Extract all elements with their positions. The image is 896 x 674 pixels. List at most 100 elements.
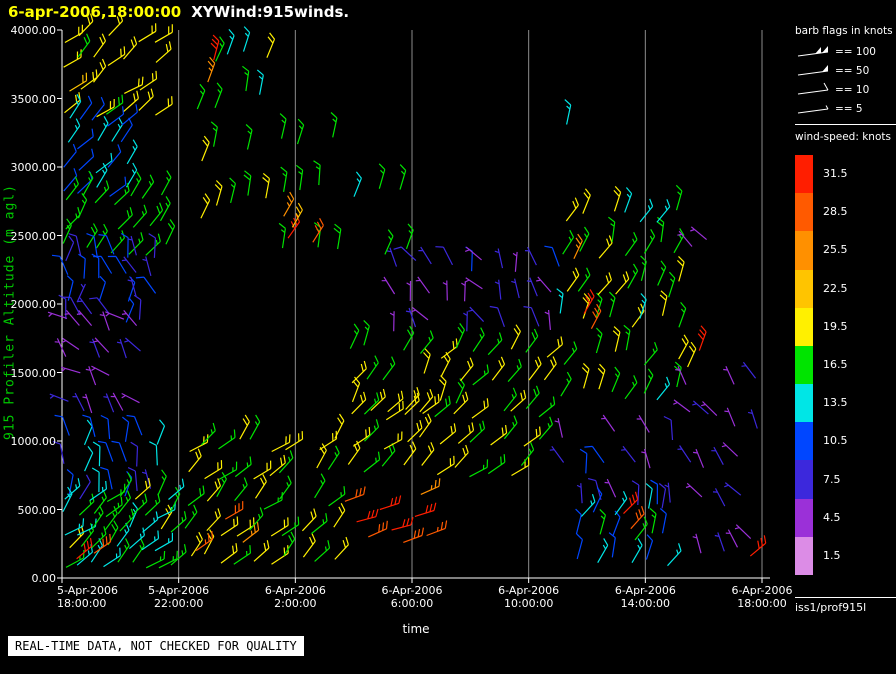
wind-barb (158, 470, 166, 495)
wind-barb (574, 234, 582, 259)
wind-barb (701, 402, 717, 416)
y-tick-label: 2000.00 (0, 298, 56, 311)
wind-barb (64, 144, 77, 167)
wind-barb (292, 203, 302, 227)
wind-barb (679, 335, 689, 359)
wind-barb (690, 227, 706, 240)
wind-barb (539, 397, 555, 417)
wind-barb (596, 328, 602, 353)
barb-legend-row: == 5 (795, 101, 863, 117)
wind-barb (92, 254, 99, 278)
wind-barb (77, 129, 93, 149)
wind-barb (85, 446, 93, 471)
wind-barb (427, 521, 447, 536)
wind-barb (420, 389, 433, 412)
wind-barb (608, 217, 614, 242)
wind-barb (564, 342, 577, 365)
x-tick-label: 6-Apr-200610:00:00 (498, 584, 559, 610)
wind-barb (280, 476, 292, 499)
wind-barb (225, 501, 242, 519)
wind-barb (133, 205, 146, 228)
wind-barb (368, 521, 387, 537)
wind-barb (320, 431, 337, 450)
wind-barb (124, 77, 143, 94)
wind-barb (110, 177, 126, 197)
wind-barb (609, 292, 615, 317)
wind-barb (127, 416, 142, 436)
wind-barb (52, 255, 68, 274)
wind-barb (524, 427, 540, 447)
wind-barb (624, 325, 630, 350)
wind-barb (580, 449, 587, 473)
wind-barb (660, 509, 666, 534)
wind-barb (79, 254, 86, 278)
wind-barb (711, 447, 723, 465)
wind-barb (93, 442, 100, 466)
wind-barb (131, 442, 138, 466)
colorbar-label: 22.5 (823, 282, 848, 295)
wind-barb (202, 136, 209, 161)
wind-barb (328, 446, 339, 470)
wind-barb (473, 328, 484, 352)
wind-barb (215, 181, 222, 206)
colorbar-label: 10.5 (823, 434, 848, 447)
wind-barb (334, 503, 345, 527)
wind-barb (392, 517, 413, 530)
wind-barb (69, 234, 81, 256)
wind-barb (313, 218, 324, 242)
wind-barb (122, 417, 128, 442)
wind-barb (334, 224, 341, 249)
wind-barb (155, 96, 172, 115)
wind-barb (526, 329, 538, 352)
wind-barb (235, 457, 251, 477)
wind-barb (400, 165, 406, 190)
wind-barb (264, 492, 282, 509)
wind-barb (284, 192, 294, 216)
wind-barb (122, 104, 137, 125)
wind-barb (352, 361, 366, 383)
wind-barb (472, 398, 488, 418)
wind-barb (545, 310, 551, 330)
wind-barb (723, 366, 734, 384)
wind-barb (244, 171, 251, 196)
wind-barb (524, 307, 539, 327)
wind-barb (650, 508, 656, 533)
wind-barb (94, 34, 106, 58)
wind-barb (598, 538, 608, 562)
wind-barb (246, 125, 252, 150)
wind-barb (583, 189, 591, 214)
wind-barb (303, 534, 315, 557)
wind-barb (364, 452, 380, 472)
x-tick-label: 6-Apr-20062:00:00 (265, 584, 326, 610)
wind-barb (625, 188, 632, 213)
wind-barb (609, 533, 615, 558)
wind-barb (612, 367, 620, 392)
wind-barb (488, 333, 502, 355)
wind-barb (244, 27, 250, 52)
wind-barb (521, 442, 533, 465)
barb-legend-label: == 100 (835, 46, 876, 58)
y-tick-label: 0.00 (0, 572, 56, 585)
wind-barb (628, 264, 638, 288)
wind-barb (107, 484, 125, 502)
wind-barb (191, 532, 202, 556)
colorbar-segment (795, 155, 813, 193)
wind-barb (150, 203, 163, 226)
wind-barb (345, 487, 365, 502)
wind-barb (143, 257, 151, 276)
wind-barb (631, 506, 644, 529)
wind-barb (407, 281, 411, 301)
wind-barb (129, 232, 143, 254)
wind-barb (632, 538, 642, 562)
wind-barb (221, 543, 237, 563)
colorbar-label: 4.5 (823, 511, 841, 524)
wind-barb (161, 505, 172, 529)
wind-barb (315, 540, 330, 561)
colorbar-segment (795, 537, 813, 575)
wind-barb (495, 249, 503, 269)
wind-barb (584, 289, 594, 313)
wind-barb (256, 474, 267, 498)
wind-barb (357, 509, 378, 522)
wind-barb (315, 474, 325, 498)
wind-barb (122, 310, 137, 325)
